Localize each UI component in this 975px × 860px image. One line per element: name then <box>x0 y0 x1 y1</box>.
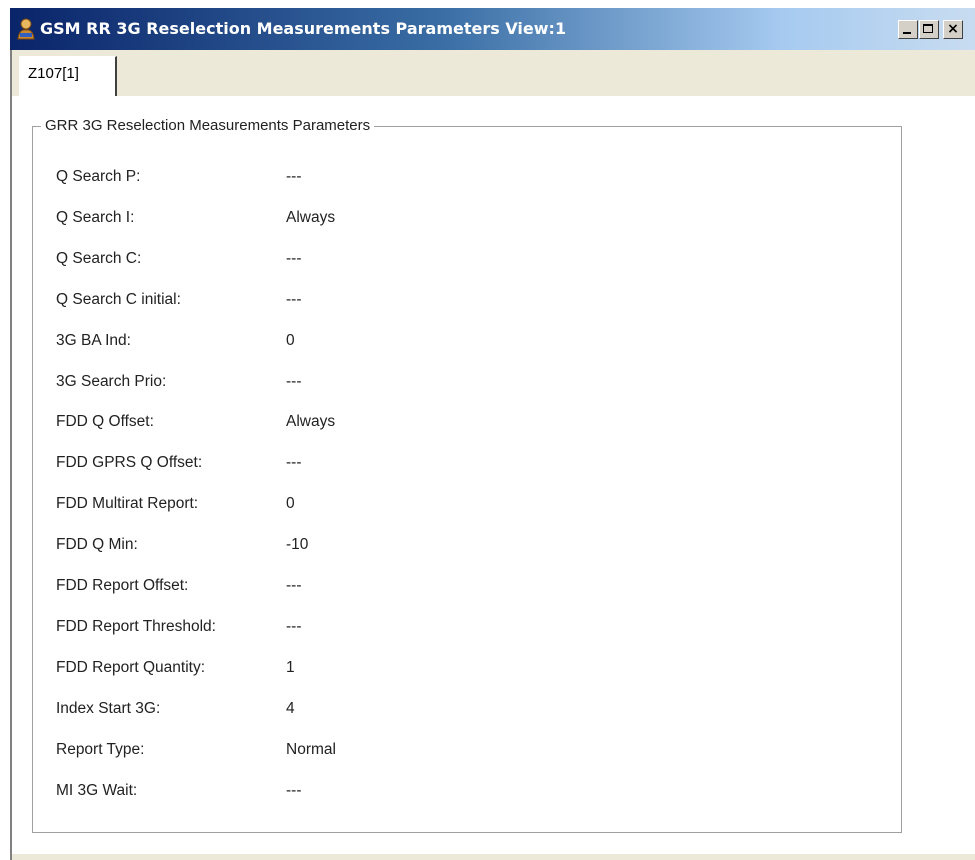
parameter-value: Normal <box>286 740 336 758</box>
parameter-label: FDD GPRS Q Offset: <box>56 454 203 472</box>
parameter-value: --- <box>286 249 302 267</box>
parameter-value: 4 <box>286 699 295 717</box>
parameter-label: Q Search C initial: <box>56 290 181 308</box>
parameter-label: FDD Q Min: <box>56 536 138 554</box>
parameter-value: 0 <box>286 495 295 513</box>
parameters-groupbox: GRR 3G Reselection Measurements Paramete… <box>32 117 902 833</box>
parameter-label: FDD Q Offset: <box>56 413 154 431</box>
app-window: GSM RR 3G Reselection Measurements Param… <box>10 8 975 860</box>
parameter-value: --- <box>286 617 302 635</box>
parameter-label: Q Search P: <box>56 168 141 185</box>
maximize-button[interactable] <box>919 20 939 39</box>
title-bar[interactable]: GSM RR 3G Reselection Measurements Param… <box>10 8 975 50</box>
parameter-value: --- <box>286 577 302 594</box>
parameter-value: --- <box>286 454 302 472</box>
parameter-value: Always <box>286 208 336 226</box>
parameter-label: 3G BA Ind: <box>56 331 131 349</box>
parameter-label: FDD Multirat Report: <box>56 495 199 513</box>
client-area: Z107[1] GRR 3G Reselection Measurements … <box>10 50 975 860</box>
parameter-label: Q Search I: <box>56 208 135 226</box>
parameter-value: 0 <box>286 331 295 349</box>
app-user-icon <box>17 18 35 40</box>
minimize-icon <box>903 32 911 34</box>
parameter-label: FDD Report Offset: <box>56 577 189 594</box>
parameter-label: Report Type: <box>56 740 145 758</box>
groupbox-title: GRR 3G Reselection Measurements Paramete… <box>41 117 375 134</box>
parameter-label: FDD Report Threshold: <box>56 617 216 635</box>
parameter-label: Q Search C: <box>56 249 142 267</box>
parameter-label: FDD Report Quantity: <box>56 658 206 676</box>
tab-strip: Z107[1] <box>12 50 975 96</box>
parameter-value: --- <box>286 290 302 308</box>
parameter-value: -10 <box>286 536 309 554</box>
window-title: GSM RR 3G Reselection Measurements Param… <box>40 19 567 38</box>
window-bottom-edge <box>12 854 975 860</box>
parameter-value: 1 <box>286 658 295 676</box>
parameter-label: MI 3G Wait: <box>56 781 138 799</box>
parameter-value: --- <box>286 372 302 390</box>
parameter-value: --- <box>286 781 302 799</box>
tab-z107[interactable]: Z107[1] <box>19 56 117 96</box>
parameter-value: --- <box>286 168 302 185</box>
parameter-label: 3G Search Prio: <box>56 372 167 390</box>
close-button[interactable]: × <box>943 20 963 39</box>
parameter-value: Always <box>286 413 336 431</box>
parameter-label: Index Start 3G: <box>56 699 161 717</box>
close-icon: × <box>947 21 959 37</box>
minimize-button[interactable] <box>898 20 918 39</box>
maximize-icon <box>923 24 933 33</box>
